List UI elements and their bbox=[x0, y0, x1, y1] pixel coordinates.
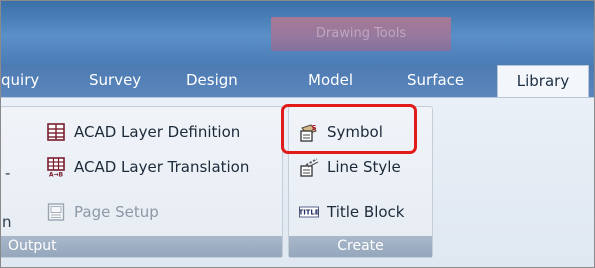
tab-inquiry[interactable]: quiry bbox=[1, 65, 39, 97]
page-setup-icon bbox=[47, 203, 65, 221]
line-style-icon bbox=[300, 158, 319, 177]
acad-layer-translation-label: ACAD Layer Translation bbox=[74, 158, 250, 176]
title-bar: Drawing Tools bbox=[1, 1, 594, 65]
symbol-highlight-box bbox=[281, 104, 417, 154]
output-group-label: Output bbox=[1, 236, 282, 257]
truncated-fragment-n: n bbox=[2, 213, 12, 231]
contextual-tab-title: Drawing Tools bbox=[271, 17, 451, 51]
truncated-fragment-dash: - bbox=[5, 164, 11, 182]
acad-layer-definition-label: ACAD Layer Definition bbox=[74, 123, 241, 141]
create-group-label: Create bbox=[289, 236, 432, 257]
layer-definition-icon bbox=[47, 123, 65, 141]
page-setup-label: Page Setup bbox=[74, 203, 159, 221]
application-window: Drawing Tools quiry Survey Design Model … bbox=[0, 0, 595, 268]
title-block-label: Title Block bbox=[327, 203, 405, 221]
layer-translation-icon: A→B bbox=[47, 157, 65, 178]
tab-surface[interactable]: Surface bbox=[407, 65, 464, 97]
tab-survey[interactable]: Survey bbox=[89, 65, 141, 97]
line-style-label: Line Style bbox=[327, 158, 401, 176]
svg-text:TITLE: TITLE bbox=[299, 209, 319, 217]
output-group: - n ACAD Layer Definition A→B ACAD Layer… bbox=[1, 106, 283, 258]
svg-text:A→B: A→B bbox=[49, 172, 64, 178]
tab-design[interactable]: Design bbox=[186, 65, 238, 97]
ribbon-tab-bar: quiry Survey Design Model Surface Librar… bbox=[1, 65, 594, 99]
tab-model[interactable]: Model bbox=[308, 65, 353, 97]
title-block-icon: TITLE bbox=[299, 206, 319, 218]
tab-library[interactable]: Library bbox=[497, 65, 589, 99]
